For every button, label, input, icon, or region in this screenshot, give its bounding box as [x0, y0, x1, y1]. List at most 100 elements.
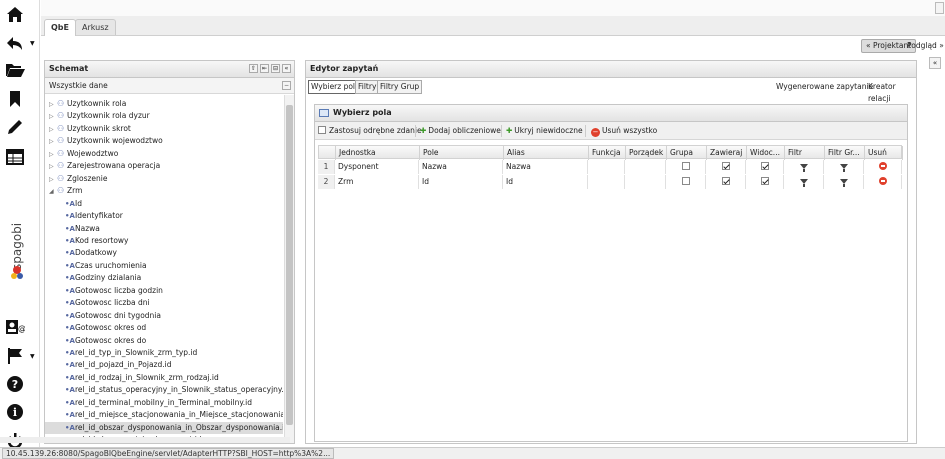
tree-field[interactable]: •AGotowosc okres do: [65, 335, 146, 347]
tree-field[interactable]: •Arel_id_terminal_mobilny_in_Terminal_mo…: [65, 397, 252, 409]
porzadek-cell[interactable]: [625, 175, 666, 189]
tree-field[interactable]: •Arel_id_status_operacyjny_in_Slownik_st…: [65, 384, 283, 396]
tree-entity[interactable]: ▷ ⚇ Zgloszenie: [49, 173, 107, 185]
filter-icon[interactable]: [799, 164, 808, 172]
expand-arrow-icon[interactable]: ▷: [49, 161, 57, 173]
tree-field[interactable]: •ANazwa: [65, 223, 100, 235]
column-header[interactable]: Funkcja: [589, 146, 626, 160]
zawieraj-cell[interactable]: [706, 175, 746, 189]
table-row[interactable]: 2 Zrm Id Id: [318, 175, 902, 189]
tree-field[interactable]: •AGodziny dzialania: [65, 272, 141, 284]
table-row[interactable]: 1 Dysponent Nazwa Nazwa: [318, 160, 902, 174]
filtrgr-cell[interactable]: [824, 160, 864, 174]
pin-icon[interactable]: ⇧: [249, 64, 258, 73]
column-header[interactable]: Zawieraj: [707, 146, 747, 160]
scroll-thumb[interactable]: [286, 105, 293, 425]
tree-field[interactable]: •ACzas uruchomienia: [65, 260, 147, 272]
pencil-icon[interactable]: [4, 116, 26, 138]
grupa-cell[interactable]: [666, 175, 706, 189]
pole-cell[interactable]: Nazwa: [419, 160, 503, 174]
widoczne-cell[interactable]: [746, 160, 784, 174]
tab-arkusz[interactable]: Arkusz: [75, 19, 116, 35]
funkcja-cell[interactable]: [588, 175, 625, 189]
expand-arrow-icon[interactable]: ▷: [49, 174, 57, 186]
horizontal-scrollbar[interactable]: [0, 437, 290, 443]
expand-arrow-icon[interactable]: ▷: [49, 99, 57, 111]
expand-arrow-icon[interactable]: ▷: [49, 111, 57, 123]
tree-field[interactable]: •ADodatkowy: [65, 247, 117, 259]
tab-qbe[interactable]: QbE: [44, 19, 76, 36]
zawieraj-checkbox[interactable]: [721, 162, 730, 170]
hide-invisible-button[interactable]: ✚ Ukryj niewidoczne: [506, 125, 583, 137]
zawieraj-cell[interactable]: [706, 160, 746, 174]
porzadek-cell[interactable]: [625, 160, 666, 174]
jednostka-cell[interactable]: Dysponent: [335, 160, 419, 174]
column-header[interactable]: Filtr Gr...: [825, 146, 865, 160]
column-header[interactable]: Alias: [504, 146, 589, 160]
tree-entity[interactable]: ▷ ⚇ Uzytkownik wojewodztwo: [49, 135, 163, 147]
chevron-down-icon[interactable]: ▼: [30, 40, 35, 47]
column-header[interactable]: Pole: [420, 146, 504, 160]
expand-icon[interactable]: ⇤: [260, 64, 269, 73]
delete-cell[interactable]: [864, 175, 902, 189]
alias-cell[interactable]: Id: [503, 175, 588, 189]
alias-cell[interactable]: Nazwa: [503, 160, 588, 174]
column-header[interactable]: Porządek: [626, 146, 667, 160]
tree-field[interactable]: •Arel_id_rodzaj_in_Slownik_zrm_rodzaj.id: [65, 372, 219, 384]
filtr-cell[interactable]: [784, 175, 824, 189]
collapse-arrow-icon[interactable]: ◢: [49, 186, 57, 198]
column-header[interactable]: Jednostka: [336, 146, 420, 160]
expand-arrow-icon[interactable]: ▷: [49, 149, 57, 161]
column-header[interactable]: Filtr: [785, 146, 825, 160]
tree-field[interactable]: •AGotowosc okres od: [65, 322, 146, 334]
tab-filters[interactable]: Filtry: [355, 80, 380, 94]
window-tool-icon[interactable]: [935, 2, 944, 14]
generated-query-link[interactable]: Wygenerowane zapytanie: [776, 81, 873, 93]
tree-field[interactable]: •AId: [65, 198, 82, 210]
relation-wizard-link[interactable]: Kreator relacji: [868, 81, 916, 105]
delete-row-icon[interactable]: [878, 177, 887, 185]
home-icon[interactable]: [4, 3, 26, 25]
tree-field[interactable]: •Arel_id_obszar_dysponowania_in_Obszar_d…: [45, 421, 283, 434]
bookmark-icon[interactable]: [4, 88, 26, 110]
minus-icon[interactable]: −: [282, 81, 291, 90]
collapse-all-icon[interactable]: ⊟: [271, 64, 280, 73]
filtrgr-cell[interactable]: [824, 175, 864, 189]
collapse-panel-icon[interactable]: «: [282, 64, 291, 73]
tree-entity[interactable]: ◢ ⚇ Zrm: [49, 185, 82, 197]
pole-cell[interactable]: Id: [419, 175, 503, 189]
jednostka-cell[interactable]: Zrm: [335, 175, 419, 189]
help-icon[interactable]: ?: [4, 373, 26, 395]
tab-group-filters[interactable]: Filtry Grup: [377, 80, 423, 94]
widoczne-cell[interactable]: [746, 175, 784, 189]
zawieraj-checkbox[interactable]: [721, 177, 730, 185]
funkcja-cell[interactable]: [588, 160, 625, 174]
delete-all-button[interactable]: − Usuń wszystko: [591, 125, 657, 137]
filtr-cell[interactable]: [784, 160, 824, 174]
preview-button[interactable]: Podgląd »: [907, 39, 944, 53]
undo-icon[interactable]: [4, 33, 26, 55]
column-header[interactable]: Grupa: [667, 146, 707, 160]
folder-open-icon[interactable]: [4, 59, 26, 81]
expand-arrow-icon[interactable]: ▷: [49, 124, 57, 136]
table-icon[interactable]: [4, 146, 26, 168]
widoczne-checkbox[interactable]: [760, 177, 769, 185]
tree-field[interactable]: •AKod resortowy: [65, 235, 129, 247]
tree-field[interactable]: •AGotowosc liczba dni: [65, 297, 150, 309]
tree-field[interactable]: •Arel_id_typ_in_Slownik_zrm_typ.id: [65, 347, 197, 359]
contact-card-icon[interactable]: @: [4, 316, 26, 338]
checkbox-icon[interactable]: [318, 126, 326, 134]
delete-cell[interactable]: [864, 160, 902, 174]
flag-icon[interactable]: [4, 345, 26, 367]
distinct-toggle[interactable]: Zastosuj odrębne zdanie: [318, 125, 422, 137]
expand-arrow-icon[interactable]: ▷: [49, 136, 57, 148]
tree-entity[interactable]: ▷ ⚇ Uzytkownik rola dyzur: [49, 110, 150, 122]
grupa-checkbox[interactable]: [681, 162, 690, 170]
tree-field[interactable]: •AGotowosc dni tygodnia: [65, 310, 161, 322]
widoczne-checkbox[interactable]: [760, 162, 769, 170]
tree-field[interactable]: •AIdentyfikator: [65, 210, 123, 222]
tree-field[interactable]: •AGotowosc liczba godzin: [65, 285, 163, 297]
collapse-right-icon[interactable]: «: [929, 57, 941, 69]
delete-row-icon[interactable]: [878, 162, 887, 170]
grupa-cell[interactable]: [666, 160, 706, 174]
